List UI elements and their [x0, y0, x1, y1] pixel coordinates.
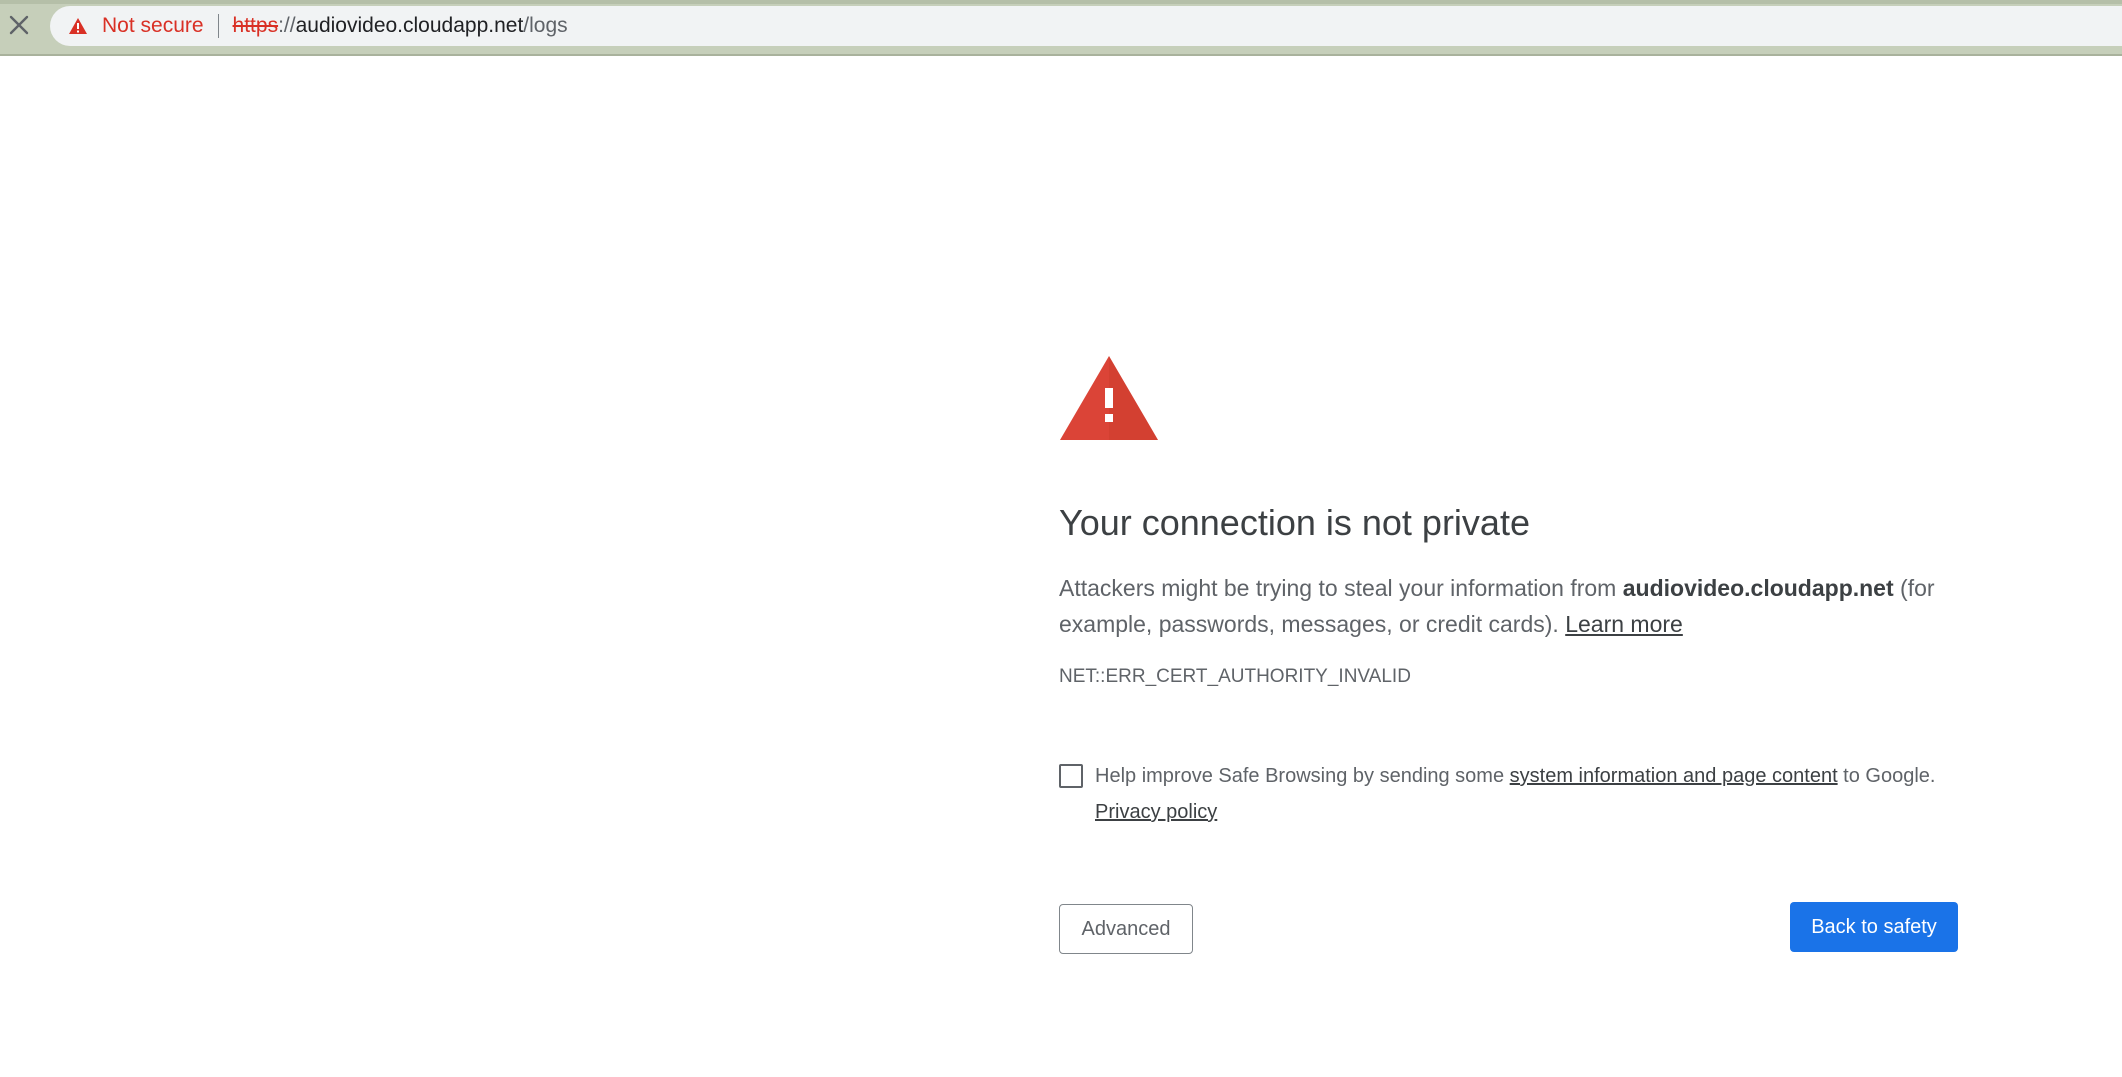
url-path: /logs [523, 14, 568, 37]
error-code: NET::ERR_CERT_AUTHORITY_INVALID [1059, 666, 1411, 687]
url-scheme-separator: :// [278, 14, 296, 37]
opt-in-text-end: to Google. [1837, 765, 1936, 787]
privacy-policy-link[interactable]: Privacy policy [1095, 801, 1217, 823]
stop-loading-button[interactable] [4, 10, 34, 40]
large-warning-triangle-icon [1060, 356, 1158, 440]
description-host: audiovideo.cloudapp.net [1622, 575, 1894, 601]
close-icon [9, 15, 29, 35]
back-to-safety-button[interactable]: Back to safety [1790, 902, 1958, 952]
page-title: Your connection is not private [1059, 502, 1530, 543]
url-scheme: https [232, 14, 279, 37]
address-bar[interactable]: Not secure https://audiovideo.cloudapp.n… [50, 6, 2122, 46]
description-text-start: Attackers might be trying to steal your … [1059, 575, 1623, 601]
url-host: audiovideo.cloudapp.net [295, 14, 524, 37]
browser-toolbar: Not secure https://audiovideo.cloudapp.n… [0, 0, 2122, 56]
url-text[interactable]: https://audiovideo.cloudapp.net/logs [233, 14, 568, 38]
learn-more-link[interactable]: Learn more [1565, 611, 1683, 637]
safe-browsing-checkbox[interactable] [1059, 764, 1083, 788]
opt-in-label: Help improve Safe Browsing by sending so… [1095, 758, 1959, 830]
main-message: Attackers might be trying to steal your … [1059, 570, 1959, 642]
security-indicator[interactable]: Not secure [68, 6, 204, 46]
advanced-button[interactable]: Advanced [1059, 904, 1193, 954]
toolbar-top-strip [0, 0, 2122, 4]
not-secure-label: Not secure [102, 14, 204, 37]
safe-browsing-opt-in: Help improve Safe Browsing by sending so… [1059, 758, 1959, 830]
system-information-link[interactable]: system information and page content [1510, 765, 1838, 787]
opt-in-text-start: Help improve Safe Browsing by sending so… [1095, 765, 1510, 787]
omnibox-divider [217, 14, 219, 38]
warning-triangle-icon [69, 18, 87, 34]
